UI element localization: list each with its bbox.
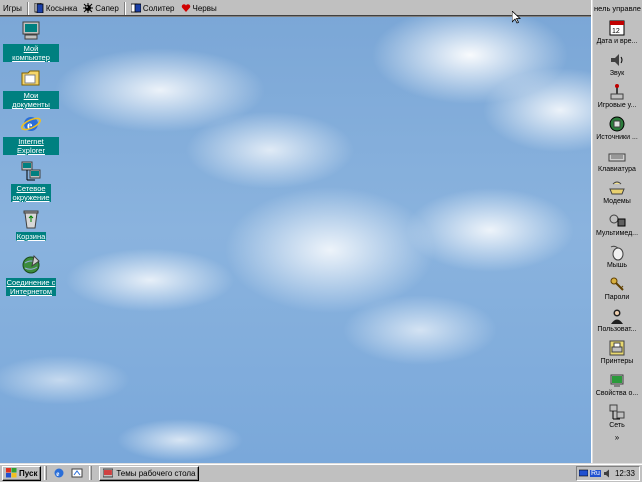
cp-item-modems[interactable]: Модемы: [592, 177, 642, 209]
cp-item-users[interactable]: Пользоват...: [592, 305, 642, 337]
taskbar: Пуск e Темы рабочего стола Ru 12:33: [0, 463, 642, 482]
multimedia-icon: [607, 211, 627, 229]
desktop-icon-label: Соединение с Интернетом: [5, 278, 57, 296]
desktop-icon-my-documents[interactable]: Мои документы: [3, 67, 59, 109]
network-neighborhood-icon: [19, 160, 43, 182]
joystick-icon: [607, 83, 627, 101]
desktop-icon-label: Мой компьютер: [3, 44, 59, 62]
toolbar-item-minesweeper[interactable]: Сапер: [80, 1, 122, 16]
internet-explorer-icon: e: [19, 113, 43, 135]
desktop-icon-label: Internet Explorer: [3, 137, 59, 155]
desktop-icon-recycle-bin[interactable]: Корзина: [3, 208, 59, 241]
windows-logo-icon: [6, 468, 17, 478]
keys-icon: [607, 275, 627, 293]
toolbar-separator: [123, 1, 126, 15]
tray-volume-icon[interactable]: [603, 469, 612, 478]
desktop-icon-label: Корзина: [15, 232, 47, 241]
cp-item-printers[interactable]: Принтеры: [592, 337, 642, 369]
desktop-icon-label: Мои документы: [3, 91, 59, 109]
desktop-icon-network-neighborhood[interactable]: Сетевое окружение: [3, 160, 59, 202]
display-properties-icon: [607, 371, 627, 389]
desktop[interactable]: [0, 0, 642, 463]
mouse-cursor-icon: [512, 11, 521, 24]
desktop-themes-icon: [103, 468, 114, 478]
cp-item-game-controllers[interactable]: Игровые у...: [592, 81, 642, 113]
hearts-icon: [181, 4, 190, 12]
toolbar-item-solitaire[interactable]: Косынка: [31, 1, 80, 16]
clock[interactable]: 12:33: [615, 469, 635, 478]
internet-connection-icon: [19, 254, 43, 276]
modem-icon: [607, 179, 627, 197]
control-panel-toolbar: нель управле 12 Дата и вре... Звук Игров…: [591, 0, 642, 463]
desktop-icon-label: Сетевое окружение: [11, 184, 51, 202]
cp-item-mouse[interactable]: Мышь: [592, 241, 642, 273]
cp-item-network[interactable]: Сеть: [592, 401, 642, 433]
cp-item-sound[interactable]: Звук: [592, 49, 642, 81]
mouse-icon: [607, 243, 627, 261]
toolbar-separator: [26, 1, 29, 15]
printer-icon: [607, 339, 627, 357]
desktop-icon-internet-connection[interactable]: Соединение с Интернетом: [3, 254, 59, 296]
cp-item-odbc[interactable]: Источники ...: [592, 113, 642, 145]
start-button[interactable]: Пуск: [2, 465, 42, 481]
sound-icon: [607, 51, 627, 69]
cp-more-button[interactable]: »: [592, 433, 642, 445]
taskbar-separator: [89, 466, 93, 480]
taskbar-button-desktop-themes[interactable]: Темы рабочего стола: [99, 465, 200, 481]
freecell-icon: [130, 3, 141, 13]
cp-item-display[interactable]: Свойства о...: [592, 369, 642, 401]
cp-item-keyboard[interactable]: Клавиатура: [592, 145, 642, 177]
my-documents-icon: [19, 67, 43, 89]
desktop-icon-internet-explorer[interactable]: e Internet Explorer: [3, 113, 59, 155]
tray-monitor-icon[interactable]: [579, 469, 588, 478]
toolbar-item-freecell[interactable]: Солитер: [128, 1, 178, 16]
system-tray: Ru 12:33: [576, 466, 640, 481]
taskbar-separator: [44, 466, 48, 480]
language-indicator[interactable]: Ru: [590, 470, 601, 477]
cp-item-multimedia[interactable]: Мультимед...: [592, 209, 642, 241]
toolbar-item-hearts[interactable]: Червы: [178, 1, 220, 16]
cp-item-date-time[interactable]: 12 Дата и вре...: [592, 17, 642, 49]
control-panel-title: нель управле: [594, 4, 641, 13]
desktop-icon-my-computer[interactable]: Мой компьютер: [3, 20, 59, 62]
svg-text:e: e: [57, 470, 60, 478]
quicklaunch-ie-icon[interactable]: e: [52, 466, 66, 480]
odbc-icon: [607, 115, 627, 133]
quicklaunch-show-desktop-icon[interactable]: [70, 466, 84, 480]
cp-item-passwords[interactable]: Пароли: [592, 273, 642, 305]
toolbar-item-games[interactable]: Игры: [0, 1, 25, 16]
svg-text:12: 12: [612, 28, 620, 35]
my-computer-icon: [19, 20, 43, 42]
games-toolbar: Игры Косынка Сапер Солитер Червы: [0, 0, 591, 17]
recycle-bin-icon: [19, 208, 43, 230]
users-icon: [607, 307, 627, 325]
keyboard-icon: [607, 147, 627, 165]
calendar-icon: 12: [607, 19, 627, 37]
network-icon: [607, 403, 627, 421]
solitaire-icon: [34, 3, 44, 13]
minesweeper-icon: [83, 3, 94, 13]
